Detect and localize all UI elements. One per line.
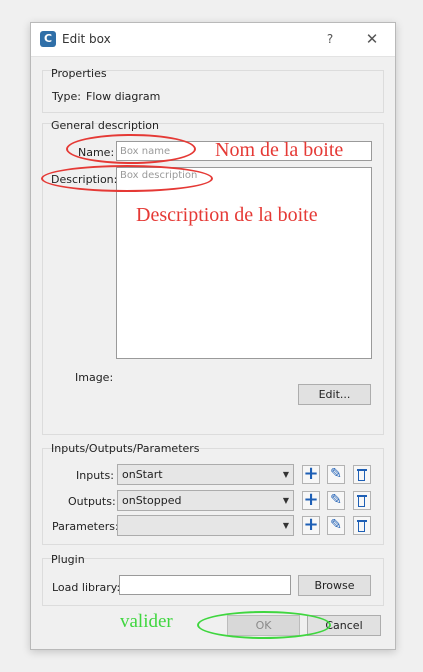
help-button[interactable]: ? (321, 30, 339, 48)
inputs-select-value: onStart (122, 468, 163, 481)
general-description-group-title: General description (51, 119, 160, 132)
outputs-select[interactable]: onStopped ▼ (117, 490, 294, 511)
outputs-label: Outputs: (68, 495, 116, 508)
add-parameter-plus-icon[interactable] (302, 514, 320, 535)
outputs-select-value: onStopped (122, 494, 182, 507)
description-input[interactable] (116, 167, 372, 359)
name-highlight-ellipse (66, 134, 196, 164)
inputs-select[interactable]: onStart ▼ (117, 464, 294, 485)
image-label: Image: (75, 371, 114, 384)
edit-input-pencil-icon[interactable] (327, 465, 345, 484)
add-input-plus-icon[interactable] (302, 463, 320, 484)
name-annotation: Nom de la boite (215, 139, 344, 161)
inputs-label: Inputs: (76, 469, 114, 482)
parameters-label: Parameters: (52, 520, 119, 533)
type-label: Type: (52, 90, 81, 103)
edit-parameter-pencil-icon[interactable] (327, 516, 345, 535)
delete-input-trash-icon[interactable] (353, 465, 371, 484)
ok-highlight-ellipse (197, 611, 331, 639)
delete-output-trash-icon[interactable] (353, 491, 371, 510)
delete-parameter-trash-icon[interactable] (353, 516, 371, 535)
io-parameters-group-title: Inputs/Outputs/Parameters (51, 442, 200, 455)
plugin-group-title: Plugin (51, 553, 85, 566)
browse-button[interactable]: Browse (298, 575, 371, 596)
window-title: Edit box (62, 32, 111, 46)
edit-output-pencil-icon[interactable] (327, 491, 345, 510)
edit-box-dialog: C Edit box ? ✕ Properties Type: Flow dia… (30, 22, 396, 650)
app-icon: C (40, 31, 56, 47)
add-output-plus-icon[interactable] (302, 489, 320, 510)
title-bar: C Edit box ? ✕ (31, 23, 395, 57)
chevron-down-icon: ▼ (282, 470, 289, 479)
description-highlight-ellipse (41, 165, 213, 192)
close-button[interactable]: ✕ (363, 28, 381, 50)
chevron-down-icon: ▼ (282, 521, 289, 530)
properties-group-title: Properties (51, 67, 107, 80)
load-library-input[interactable] (119, 575, 291, 595)
load-library-label: Load library: (52, 581, 121, 594)
parameters-select[interactable]: ▼ (117, 515, 294, 536)
edit-image-button[interactable]: Edit... (298, 384, 371, 405)
description-annotation: Description de la boite (136, 204, 318, 226)
chevron-down-icon: ▼ (282, 496, 289, 505)
ok-annotation: valider (120, 611, 173, 632)
type-value: Flow diagram (86, 90, 161, 103)
